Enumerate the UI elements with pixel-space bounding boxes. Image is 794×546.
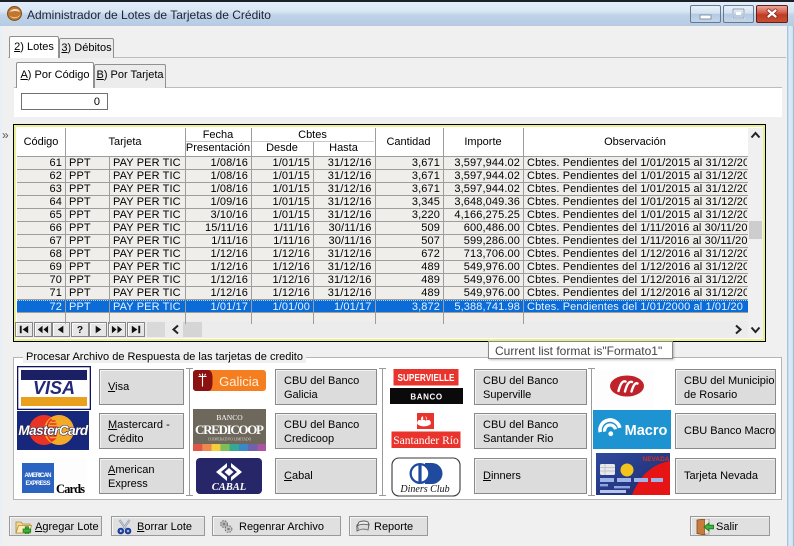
svg-text:SUPERVIELLE: SUPERVIELLE <box>398 373 455 384</box>
svg-text:NEVADA: NEVADA <box>643 456 670 463</box>
svg-text:CABAL: CABAL <box>212 482 246 493</box>
svg-text:Galicia: Galicia <box>219 374 260 389</box>
svg-text:VISA: VISA <box>33 378 75 398</box>
svg-text:EXPRESS: EXPRESS <box>26 481 51 487</box>
svg-text:BANCO: BANCO <box>216 413 243 422</box>
svg-text:?: ? <box>77 325 83 336</box>
svg-text:AMERICAN: AMERICAN <box>25 473 52 479</box>
svg-text:Cards: Cards <box>56 482 85 496</box>
svg-text:COOPERATIVO LIMITADO: COOPERATIVO LIMITADO <box>208 438 252 442</box>
svg-text:CREDICOOP: CREDICOOP <box>195 422 264 437</box>
svg-text:BANCO: BANCO <box>410 393 442 402</box>
svg-text:MasterCard: MasterCard <box>18 423 89 438</box>
svg-text:Diners Club: Diners Club <box>399 484 449 495</box>
svg-text:Santander Río: Santander Río <box>393 435 459 447</box>
svg-text:Macro: Macro <box>625 423 668 439</box>
